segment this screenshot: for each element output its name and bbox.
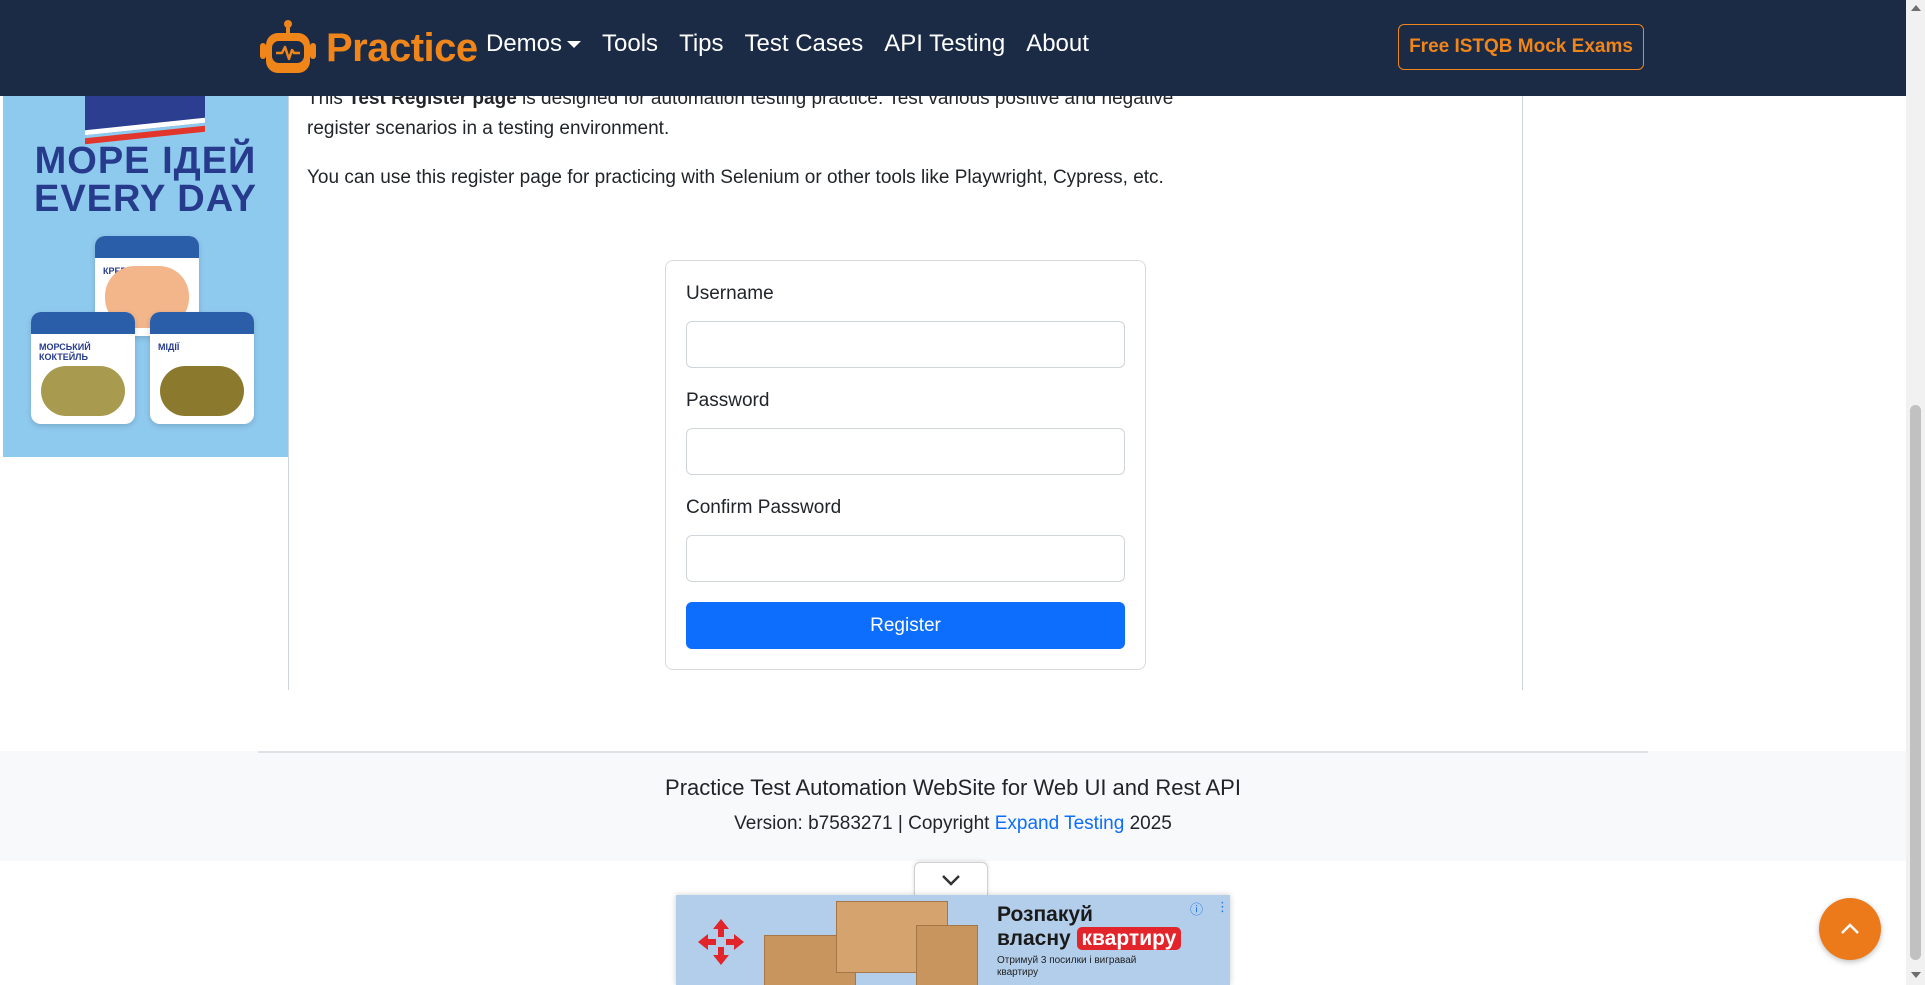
scroll-up-arrow-icon[interactable] <box>1911 5 1921 11</box>
sidebar-divider <box>288 96 289 690</box>
ad-headline-line2: EVERY DAY <box>33 178 258 220</box>
footer: Practice Test Automation WebSite for Web… <box>0 751 1906 861</box>
password-label: Password <box>686 390 770 411</box>
password-field[interactable] <box>686 428 1125 475</box>
ad-title-line1: Розпакуй <box>997 903 1093 926</box>
ad-title: Розпакуй власну квартиру <box>997 903 1182 951</box>
navbar: Practice Demos Tools Tips Test Cases API… <box>0 0 1906 96</box>
footer-version-text: Version: b7583271 | Copyright <box>734 813 995 834</box>
nav-api-testing[interactable]: API Testing <box>884 30 1005 58</box>
scrollbar-thumb[interactable] <box>1910 405 1921 960</box>
main-nav: Demos Tools Tips Test Cases API Testing … <box>486 30 1110 58</box>
page-scrollbar[interactable] <box>1906 0 1925 985</box>
scroll-to-top-button[interactable] <box>1819 898 1881 960</box>
register-form: Username Password Confirm Password Regis… <box>665 260 1146 670</box>
ad-box-graphic <box>916 925 978 985</box>
chevron-down-icon <box>942 874 960 886</box>
nav-link-label: Demos <box>486 30 563 57</box>
brand-name: Practice <box>326 25 478 70</box>
footer-title: Practice Test Automation WebSite for Web… <box>665 775 1241 800</box>
nav-tips[interactable]: Tips <box>679 30 723 58</box>
ad-headline-line1: МОРЕ ІДЕЙ <box>34 140 257 182</box>
footer-year: 2025 <box>1124 813 1172 834</box>
confirm-password-field[interactable] <box>686 535 1125 582</box>
ad-title-line2: власну квартиру <box>997 927 1182 951</box>
robot-icon <box>260 20 316 73</box>
intro-text: This Test Register page is designed for … <box>307 84 1177 193</box>
footer-divider <box>258 751 1648 753</box>
left-ad-banner[interactable]: МОРЕ ІДЕЙ EVERY DAY КРЕВЕТКИ МОРСЬКИЙ КО… <box>3 96 288 457</box>
nav-test-cases[interactable]: Test Cases <box>745 30 864 58</box>
istqb-mock-exams-button[interactable]: Free ISTQB Mock Exams <box>1398 24 1644 70</box>
nav-tools[interactable]: Tools <box>602 30 658 58</box>
nova-poshta-logo-icon <box>698 919 744 965</box>
intro-paragraph-2: You can use this register page for pract… <box>307 167 1164 188</box>
scroll-down-arrow-icon[interactable] <box>1911 972 1921 978</box>
ad-subtitle: Отримуй 3 посилки і вигравай квартиру <box>997 955 1137 978</box>
brand-link[interactable]: Practice <box>258 18 478 78</box>
chevron-up-icon <box>1841 923 1859 934</box>
vertical-dots-icon[interactable]: ⋮ <box>1216 899 1229 915</box>
footer-version: Version: b7583271 | Copyright Expand Tes… <box>0 813 1906 835</box>
ad-collapse-button[interactable] <box>914 862 988 896</box>
expand-testing-link[interactable]: Expand Testing <box>995 813 1125 834</box>
nav-demos-dropdown[interactable]: Demos <box>486 30 582 58</box>
nav-about[interactable]: About <box>1026 30 1089 58</box>
ad-product-label: МОРСЬКИЙ КОКТЕЙЛЬ <box>39 342 91 362</box>
register-button[interactable]: Register <box>686 602 1125 649</box>
ad-flag-graphic <box>85 96 205 136</box>
caret-down-icon <box>567 40 582 48</box>
ad-title-text: власну <box>997 927 1077 950</box>
username-field[interactable] <box>686 321 1125 368</box>
ad-product-cocktail: МОРСЬКИЙ КОКТЕЙЛЬ <box>31 312 135 424</box>
confirm-password-label: Confirm Password <box>686 497 842 518</box>
username-label: Username <box>686 283 774 304</box>
ad-product-label: МІДІЇ <box>158 342 180 352</box>
ad-title-highlight: квартиру <box>1076 927 1182 950</box>
ad-product-mussels: МІДІЇ <box>150 312 254 424</box>
info-icon[interactable]: ⓘ <box>1190 899 1203 918</box>
bottom-ad-banner[interactable]: Розпакуй власну квартиру Отримуй 3 посил… <box>676 895 1230 985</box>
content-divider <box>1522 96 1523 690</box>
